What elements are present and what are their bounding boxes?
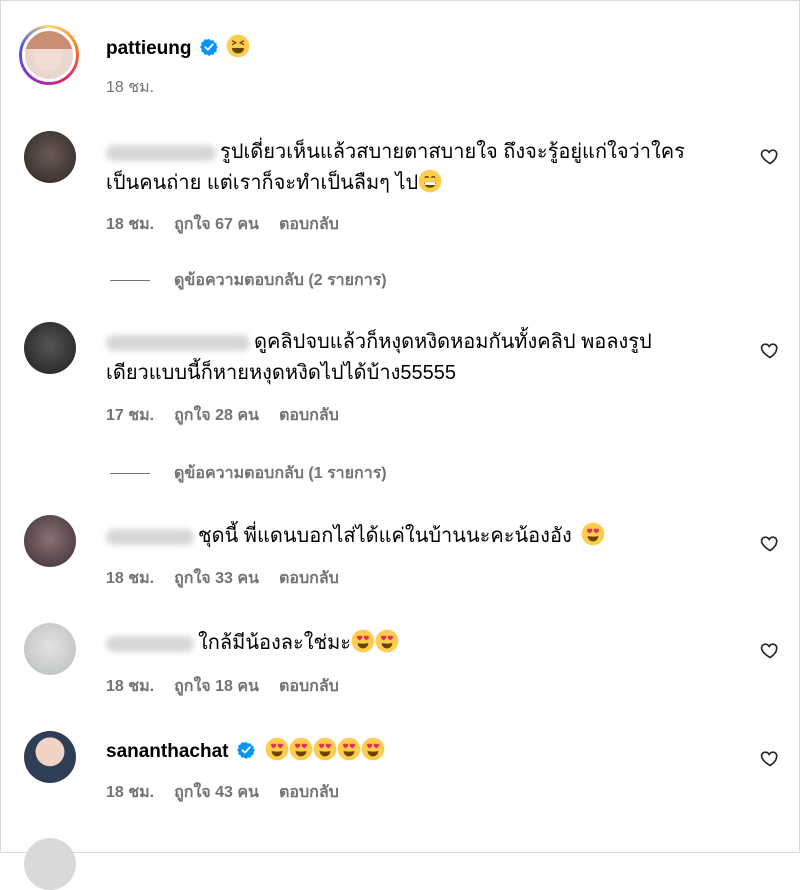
divider-line [110, 473, 150, 474]
reply-button[interactable]: ตอบกลับ [279, 566, 339, 591]
heart-outline-icon[interactable] [760, 146, 780, 166]
divider-line [110, 280, 150, 281]
comment-time: 18 ชม. [106, 678, 155, 695]
comment-username[interactable]: sananthachat [106, 741, 228, 762]
squinting-face-emoji [226, 34, 250, 58]
heart-outline-icon[interactable] [760, 640, 780, 660]
post-username[interactable]: pattieung [106, 38, 192, 59]
comment-1-text: รูปเดี่ยวเห็นแล้วสบายตาสบายใจ ถึงจะรู้อย… [106, 141, 685, 194]
heart-eyes-emoji [265, 737, 289, 761]
heart-eyes-emoji [375, 629, 399, 653]
view-replies-label: ดูข้อความตอบกลับ (2 รายการ) [174, 272, 387, 289]
view-replies-button[interactable]: ดูข้อความตอบกลับ (1 รายการ) [110, 461, 387, 486]
comment-3-text: ชุดนี้ พี่แดนบอกไส่ได้แค่ในบ้านนะคะน้องอ… [106, 521, 746, 552]
blurred-username[interactable] [106, 635, 194, 652]
post-time: 18 ชม. [106, 79, 155, 96]
comment-time: 17 ชม. [106, 407, 155, 424]
comment-5-meta: 18 ชม. ถูกใจ 43 คน ตอบกลับ [106, 780, 339, 805]
blurred-username[interactable] [106, 144, 216, 161]
heart-eyes-emoji [361, 737, 385, 761]
comment-time: 18 ชม. [106, 570, 155, 587]
heart-outline-icon[interactable] [760, 533, 780, 553]
blurred-username[interactable] [106, 528, 194, 545]
comment-avatar[interactable] [24, 515, 76, 567]
verified-badge-icon [200, 38, 218, 56]
verified-badge-icon [237, 741, 255, 759]
like-count[interactable]: ถูกใจ 43 คน [174, 780, 259, 805]
view-replies-button[interactable]: ดูข้อความตอบกลับ (2 รายการ) [110, 268, 387, 293]
reply-button[interactable]: ตอบกลับ [279, 674, 339, 699]
heart-outline-icon[interactable] [760, 340, 780, 360]
comment-avatar[interactable] [24, 322, 76, 374]
comment-3-meta: 18 ชม. ถูกใจ 33 คน ตอบกลับ [106, 566, 339, 591]
comment-2-meta: 17 ชม. ถูกใจ 28 คน ตอบกลับ [106, 403, 339, 428]
comment-time: 18 ชม. [106, 216, 155, 233]
like-count[interactable]: ถูกใจ 18 คน [174, 674, 259, 699]
comment-5-text: sananthachat [106, 737, 385, 763]
heart-eyes-emoji [289, 737, 313, 761]
like-count[interactable]: ถูกใจ 28 คน [174, 403, 259, 428]
view-replies-label: ดูข้อความตอบกลับ (1 รายการ) [174, 465, 387, 482]
heart-outline-icon[interactable] [760, 748, 780, 768]
comment-avatar[interactable] [24, 131, 76, 183]
reply-button[interactable]: ตอบกลับ [279, 403, 339, 428]
comment-4-text: ใกล้มีน้องละใช่มะ [106, 628, 746, 659]
comment-4-meta: 18 ชม. ถูกใจ 18 คน ตอบกลับ [106, 674, 339, 699]
comment-avatar[interactable] [24, 838, 76, 890]
comment-2-text: ดูคลิปจบแล้วก็หงุดหงิดหอมกันทั้งคลิป พอล… [106, 331, 652, 384]
heart-eyes-emoji [351, 629, 375, 653]
heart-eyes-emoji [313, 737, 337, 761]
blurred-username[interactable] [106, 334, 250, 351]
like-count[interactable]: ถูกใจ 33 คน [174, 566, 259, 591]
like-count[interactable]: ถูกใจ 67 คน [174, 212, 259, 237]
reply-button[interactable]: ตอบกลับ [279, 212, 339, 237]
comment-avatar[interactable] [24, 623, 76, 675]
reply-button[interactable]: ตอบกลับ [279, 780, 339, 805]
grinning-face-emoji [418, 169, 442, 193]
post-author-avatar[interactable] [19, 25, 79, 85]
post-header: pattieung [106, 34, 250, 60]
comment-time: 18 ชม. [106, 784, 155, 801]
heart-eyes-emoji [581, 522, 605, 546]
comment-1-meta: 18 ชม. ถูกใจ 67 คน ตอบกลับ [106, 212, 339, 237]
heart-eyes-emoji [337, 737, 361, 761]
comment-avatar[interactable] [24, 731, 76, 783]
